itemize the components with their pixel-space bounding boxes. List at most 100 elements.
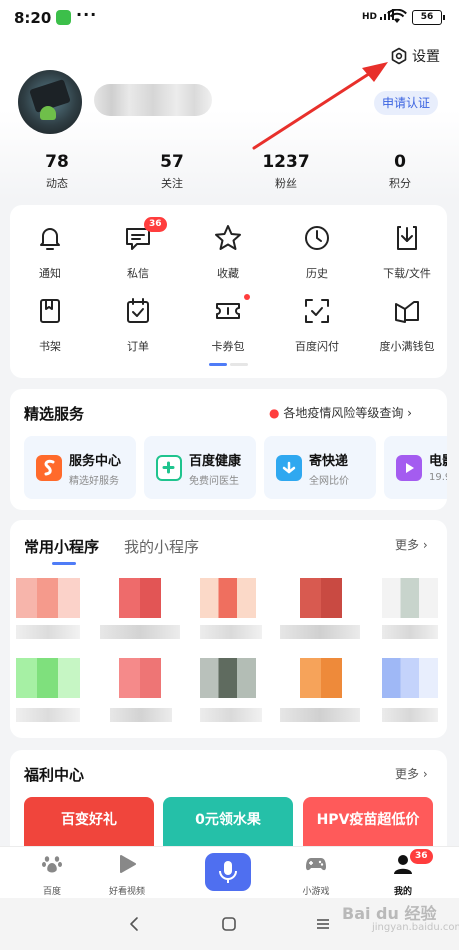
mini-program-item[interactable]	[382, 658, 438, 698]
nav-label: 百度	[42, 887, 61, 897]
grid-item-wallet[interactable]: 度小满钱包	[367, 296, 447, 354]
more-label: 更多	[395, 538, 420, 552]
apply-certification-button[interactable]: 申请认证	[374, 91, 438, 115]
stat-label: 动态	[46, 177, 68, 190]
nav-mini-games[interactable]: 小游戏	[281, 853, 351, 897]
stat-label: 粉丝	[275, 177, 297, 190]
nav-mine[interactable]: 36 我的	[368, 849, 438, 897]
service-sub: 精选好服务	[69, 476, 119, 487]
grid-item-coupons[interactable]: 卡券包	[188, 294, 268, 354]
gamepad-icon	[306, 858, 326, 871]
epidemic-risk-label: 各地疫情风险等级查询	[283, 406, 404, 420]
epidemic-risk-link[interactable]: ● 各地疫情风险等级查询 ›	[269, 404, 412, 421]
promo-label: 0元领水果	[195, 812, 261, 828]
back-icon[interactable]	[128, 916, 140, 932]
page-dot-active	[209, 363, 227, 366]
avatar[interactable]	[18, 70, 82, 134]
chevron-right-icon: ›	[422, 538, 428, 552]
mini-program-item[interactable]	[16, 578, 80, 618]
grid-label: 私信	[127, 267, 149, 280]
grid-label: 收藏	[217, 267, 239, 280]
service-center-icon	[36, 455, 62, 481]
mini-program-item[interactable]	[119, 578, 161, 618]
section-title: 福利中心	[24, 766, 85, 784]
grid-item-orders[interactable]: 订单	[98, 296, 178, 354]
home-icon[interactable]	[221, 916, 237, 932]
mini-program-item[interactable]	[200, 578, 256, 618]
page-indicator	[209, 363, 248, 366]
grid-item-bookshelf[interactable]: 书架	[10, 296, 90, 354]
featured-services: 精选服务 ● 各地疫情风险等级查询 › 服务中心 精选好服务 百度健康 免费问医…	[10, 389, 447, 510]
wifi-icon	[387, 9, 407, 23]
grid-item-baidu-pay[interactable]: 百度闪付	[277, 296, 357, 354]
grid-item-messages[interactable]: 36 私信	[98, 217, 178, 281]
mini-program-item[interactable]	[300, 658, 342, 698]
baidu-health-icon	[156, 455, 182, 481]
grid-label: 卡券包	[211, 340, 245, 353]
grid-item-notifications[interactable]: 通知	[10, 223, 90, 281]
grid-label: 书架	[39, 340, 61, 353]
service-sub: 免费问医生	[189, 476, 239, 487]
play-icon	[120, 855, 136, 873]
grid-label: 通知	[39, 267, 61, 280]
more-notifications-icon: ···	[76, 5, 98, 24]
stat-value: 0	[394, 152, 406, 172]
stat-points[interactable]: 0 积分	[360, 152, 440, 191]
service-name: 电影	[429, 454, 447, 469]
mini-program-label-redacted	[382, 625, 438, 639]
grid-item-history[interactable]: 历史	[277, 223, 357, 281]
watermark: Bai du 经验	[342, 904, 437, 923]
signal-label: HD	[362, 12, 378, 22]
settings-label: 设置	[412, 49, 440, 65]
download-icon	[397, 226, 417, 250]
menu-icon[interactable]	[316, 918, 330, 930]
express-delivery[interactable]: 寄快递 全网比价	[264, 436, 376, 499]
grid-label: 百度闪付	[295, 340, 339, 353]
stat-value: 57	[160, 152, 184, 172]
mini-program-item[interactable]	[16, 658, 80, 698]
movies[interactable]: 电影 19.9	[384, 436, 447, 499]
tab-indicator	[52, 562, 76, 565]
service-sub: 全网比价	[309, 476, 349, 487]
mini-program-label-redacted	[16, 708, 80, 722]
stat-value: 1237	[262, 152, 310, 172]
nav-video[interactable]: 好看视频	[92, 853, 162, 897]
chevron-right-icon: ›	[407, 406, 412, 420]
mini-program-item[interactable]	[382, 578, 438, 618]
username-redacted	[94, 84, 212, 116]
welfare-center: 福利中心 更多 › 百变好礼 0元领水果 HPV疫苗超低价	[10, 750, 447, 860]
profile-stats: 78 动态 57 关注 1237 粉丝 0 积分	[0, 152, 459, 200]
more-welfare-link[interactable]: 更多 ›	[395, 765, 428, 782]
tab-my-mini-programs[interactable]: 我的小程序	[124, 536, 199, 557]
mini-program-item[interactable]	[300, 578, 342, 618]
function-grid: 通知 36 私信 收藏 历史 下载/文件 书架 订单 卡券包 百度闪付 度小满钱…	[10, 205, 447, 378]
tab-frequent-mini-programs[interactable]: 常用小程序	[24, 536, 99, 557]
chevron-right-icon: ›	[422, 767, 428, 781]
new-dot	[244, 294, 250, 300]
scan-pay-icon	[305, 299, 329, 323]
service-center[interactable]: 服务中心 精选好服务	[24, 436, 136, 499]
movie-icon	[396, 455, 422, 481]
grid-item-downloads[interactable]: 下载/文件	[367, 223, 447, 281]
stat-followers[interactable]: 1237 粉丝	[246, 152, 326, 191]
stat-following[interactable]: 57 关注	[132, 152, 212, 191]
nav-baidu[interactable]: 百度	[17, 853, 87, 897]
paw-icon	[42, 856, 62, 873]
baidu-health[interactable]: 百度健康 免费问医生	[144, 436, 256, 499]
service-name: 服务中心	[69, 454, 122, 469]
mini-program-label-redacted	[280, 708, 360, 722]
section-title: 精选服务	[24, 405, 85, 423]
coupon-icon	[216, 303, 240, 319]
stat-dynamics[interactable]: 78 动态	[17, 152, 97, 191]
voice-search-button[interactable]	[205, 853, 251, 891]
mini-program-item[interactable]	[119, 658, 161, 698]
app-notification-icon	[56, 10, 71, 25]
mini-program-item[interactable]	[200, 658, 256, 698]
grid-label: 下载/文件	[383, 267, 431, 280]
red-dot-icon: ●	[269, 406, 280, 420]
mini-program-label-redacted	[100, 625, 180, 639]
more-mini-programs-link[interactable]: 更多 ›	[395, 536, 428, 553]
express-delivery-icon	[276, 455, 302, 481]
mini-program-label-redacted	[200, 708, 262, 722]
grid-item-favorites[interactable]: 收藏	[188, 223, 268, 281]
